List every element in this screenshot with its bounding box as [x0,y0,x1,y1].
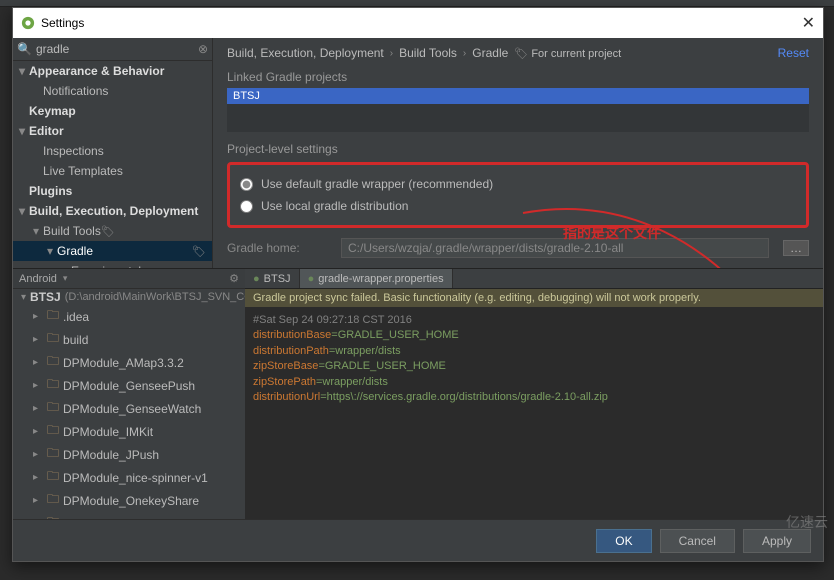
gear-icon[interactable]: ⚙ [229,272,239,285]
editor-tab[interactable]: ●gradle-wrapper.properties [300,269,453,288]
settings-dialog: Settings ✕ 🔍 ⊗ ▾Appearance & BehaviorNot… [12,7,824,562]
background-editor-strip [0,0,834,7]
annotation-text: 指的是这个文件 [563,223,661,243]
ide-panel: Android ▾ ⚙ ▾ BTSJ (D:\android\MainWork\… [13,268,823,519]
crumb[interactable]: Build, Execution, Deployment [227,46,384,60]
folder-item[interactable]: ▸🗀 DPModule_OnekeyShare [13,489,245,512]
ok-button[interactable]: OK [596,529,651,553]
radio-input[interactable] [240,200,253,213]
project-tool-window: Android ▾ ⚙ ▾ BTSJ (D:\android\MainWork\… [13,269,245,519]
radio-input[interactable] [240,178,253,191]
settings-tree-item[interactable]: ▾Gradle🏷 [13,241,212,261]
chevron-down-icon: ▾ [63,273,68,284]
radio-default-wrapper[interactable]: Use default gradle wrapper (recommended) [240,173,796,195]
linked-projects-label: Linked Gradle projects [227,70,809,84]
wrapper-radio-group: Use default gradle wrapper (recommended)… [227,162,809,228]
linked-projects-list[interactable]: BTSJ [227,88,809,132]
settings-tree-item[interactable]: Inspections [13,141,212,161]
dialog-buttons: OK Cancel Apply [13,519,823,561]
folder-item[interactable]: ▸🗀 build [13,328,245,351]
project-level-label: Project-level settings [227,142,809,156]
linked-project-item[interactable]: BTSJ [227,88,809,104]
radio-local-distribution[interactable]: Use local gradle distribution [240,195,796,217]
gradle-home-input[interactable] [341,238,769,258]
project-root[interactable]: ▾ BTSJ (D:\android\MainWork\BTSJ_SVN_COD… [13,289,245,305]
folder-item[interactable]: ▸🗀 DPModule_JPush [13,443,245,466]
folder-item[interactable]: ▸🗀 DPModule_SharedLibs [13,512,245,519]
settings-tree-item[interactable]: ▾Editor [13,121,212,141]
settings-tree-item[interactable]: ▾Build Tools🏷 [13,221,212,241]
code-editor[interactable]: #Sat Sep 24 09:27:18 CST 2016 distributi… [245,307,823,411]
folder-item[interactable]: ▸🗀 DPModule_GenseeWatch [13,397,245,420]
editor-tab[interactable]: ●BTSJ [245,269,300,288]
settings-tree-item[interactable]: Plugins [13,181,212,201]
chevron-right-icon: › [463,48,466,59]
close-icon[interactable]: ✕ [802,13,815,33]
window-title: Settings [41,16,84,30]
chevron-down-icon: ▾ [21,292,26,303]
project-view-header[interactable]: Android ▾ ⚙ [13,269,245,289]
breadcrumb: Build, Execution, Deployment › Build Tool… [227,46,809,60]
gradle-home-label: Gradle home: [227,241,327,255]
editor-tabs: ●BTSJ●gradle-wrapper.properties [245,269,823,289]
gradle-home-row: Gradle home: … [227,238,809,258]
settings-tree-item[interactable]: Keymap [13,101,212,121]
settings-tree-item[interactable]: ▾Appearance & Behavior [13,61,212,81]
project-view-mode[interactable]: Android [19,273,57,285]
titlebar: Settings ✕ [13,8,823,38]
project-tree: ▾ BTSJ (D:\android\MainWork\BTSJ_SVN_COD… [13,289,245,519]
search-input[interactable] [36,42,198,56]
search-row: 🔍 ⊗ [13,38,212,61]
settings-tree-item[interactable]: Notifications [13,81,212,101]
settings-tree-item[interactable]: Live Templates [13,161,212,181]
sync-warning-bar: Gradle project sync failed. Basic functi… [245,289,823,307]
chevron-right-icon: › [390,48,393,59]
clear-search-icon[interactable]: ⊗ [198,42,208,56]
crumb[interactable]: Gradle [472,46,508,60]
folder-item[interactable]: ▸🗀 DPModule_AMap3.3.2 [13,351,245,374]
apply-button[interactable]: Apply [743,529,811,553]
crumb[interactable]: Build Tools [399,46,457,60]
reset-link[interactable]: Reset [778,46,809,60]
app-icon [21,16,35,30]
settings-tree-item[interactable]: ▾Build, Execution, Deployment [13,201,212,221]
folder-item[interactable]: ▸🗀 DPModule_GenseePush [13,374,245,397]
editor-area: ●BTSJ●gradle-wrapper.properties Gradle p… [245,269,823,519]
scope-badge: 🏷 For current project [514,47,621,60]
cancel-button[interactable]: Cancel [660,529,735,553]
folder-item[interactable]: ▸🗀 .idea [13,305,245,328]
folder-item[interactable]: ▸🗀 DPModule_nice-spinner-v1 [13,466,245,489]
search-icon: 🔍 [17,42,32,56]
browse-button[interactable]: … [783,240,809,256]
folder-item[interactable]: ▸🗀 DPModule_IMKit [13,420,245,443]
